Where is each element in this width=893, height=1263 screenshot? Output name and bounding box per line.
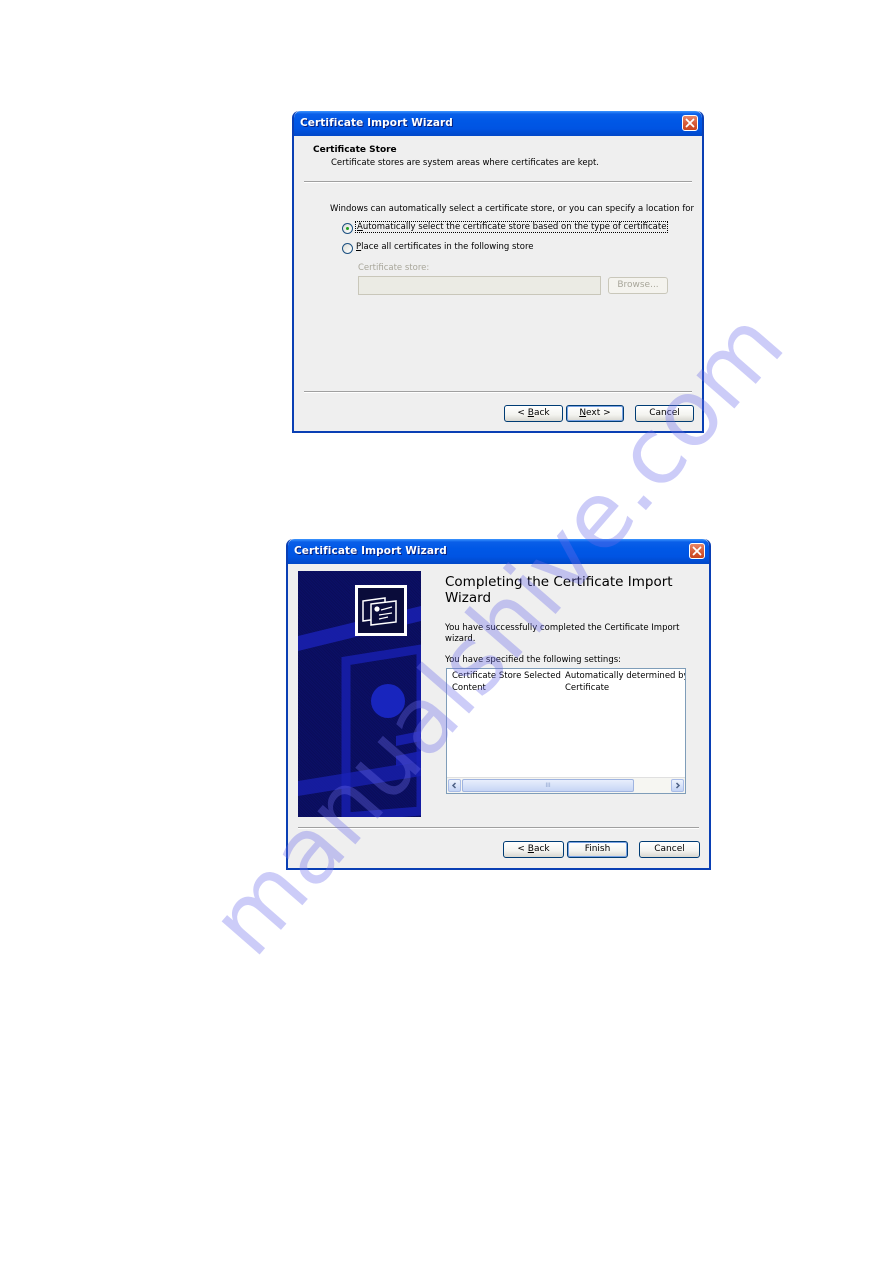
completion-heading: Completing the Certificate Import Wizard — [445, 574, 673, 606]
window-title: Certificate Import Wizard — [300, 117, 453, 129]
window-title: Certificate Import Wizard — [294, 545, 447, 557]
title-bar[interactable]: Certificate Import Wizard — [294, 111, 702, 136]
header-title: Certificate Store — [313, 145, 397, 155]
chevron-left-icon — [451, 782, 457, 789]
success-text: You have successfully completed the Cert… — [445, 623, 680, 644]
radio-label: Place all certificates in the following … — [356, 242, 534, 252]
title-bar[interactable]: Certificate Import Wizard — [288, 539, 709, 564]
close-icon — [692, 546, 702, 556]
intro-text: Windows can automatically select a certi… — [330, 204, 695, 214]
radio-dot — [346, 227, 349, 230]
completing-wizard-dialog: Certificate Import Wizard Completing the… — [286, 539, 711, 870]
radio-auto-select[interactable]: Automatically select the certificate sto… — [342, 221, 669, 235]
horizontal-scrollbar[interactable]: III — [447, 777, 685, 793]
setting-value: Certificate — [565, 683, 610, 693]
setting-value: Automatically determined by t — [565, 671, 686, 681]
finish-button[interactable]: Finish — [567, 841, 628, 858]
settings-row: Certificate Store Selected Automatically … — [452, 671, 686, 681]
header-divider — [304, 181, 692, 183]
chevron-right-icon — [675, 782, 681, 789]
certificate-store-label: Certificate store: — [358, 263, 430, 273]
certificate-store-input[interactable] — [358, 276, 601, 295]
footer-divider — [298, 827, 699, 829]
wizard-side-panel — [298, 571, 421, 817]
setting-name: Content — [452, 683, 486, 693]
close-button[interactable] — [689, 543, 705, 559]
radio-place-in-store[interactable]: Place all certificates in the following … — [342, 242, 542, 255]
settings-row: Content Certificate — [452, 683, 609, 693]
close-button[interactable] — [682, 115, 698, 131]
scroll-left-button[interactable] — [448, 779, 461, 792]
scrollbar-thumb[interactable]: III — [462, 779, 634, 792]
header-subtitle: Certificate stores are system areas wher… — [331, 158, 600, 168]
browse-button[interactable]: Browse... — [608, 277, 668, 294]
back-button[interactable]: < Back — [503, 841, 564, 858]
certificate-store-dialog: Certificate Import Wizard Certificate St… — [292, 111, 704, 433]
settings-list[interactable]: Certificate Store Selected Automatically … — [446, 668, 686, 794]
setting-name: Certificate Store Selected — [452, 671, 561, 681]
certificate-icon — [355, 585, 407, 636]
radio-label: Automatically select the certificate sto… — [354, 221, 669, 233]
radio-button[interactable] — [342, 243, 353, 254]
scroll-right-button[interactable] — [671, 779, 684, 792]
next-button[interactable]: Next > — [566, 405, 624, 422]
footer-divider — [304, 391, 692, 393]
close-icon — [685, 118, 695, 128]
back-button[interactable]: < Back — [504, 405, 563, 422]
settings-label: You have specified the following setting… — [445, 655, 622, 665]
cancel-button[interactable]: Cancel — [635, 405, 694, 422]
header-area: Certificate Store Certificate stores are… — [294, 136, 702, 182]
cancel-button[interactable]: Cancel — [639, 841, 700, 858]
radio-button-selected[interactable] — [342, 223, 353, 234]
